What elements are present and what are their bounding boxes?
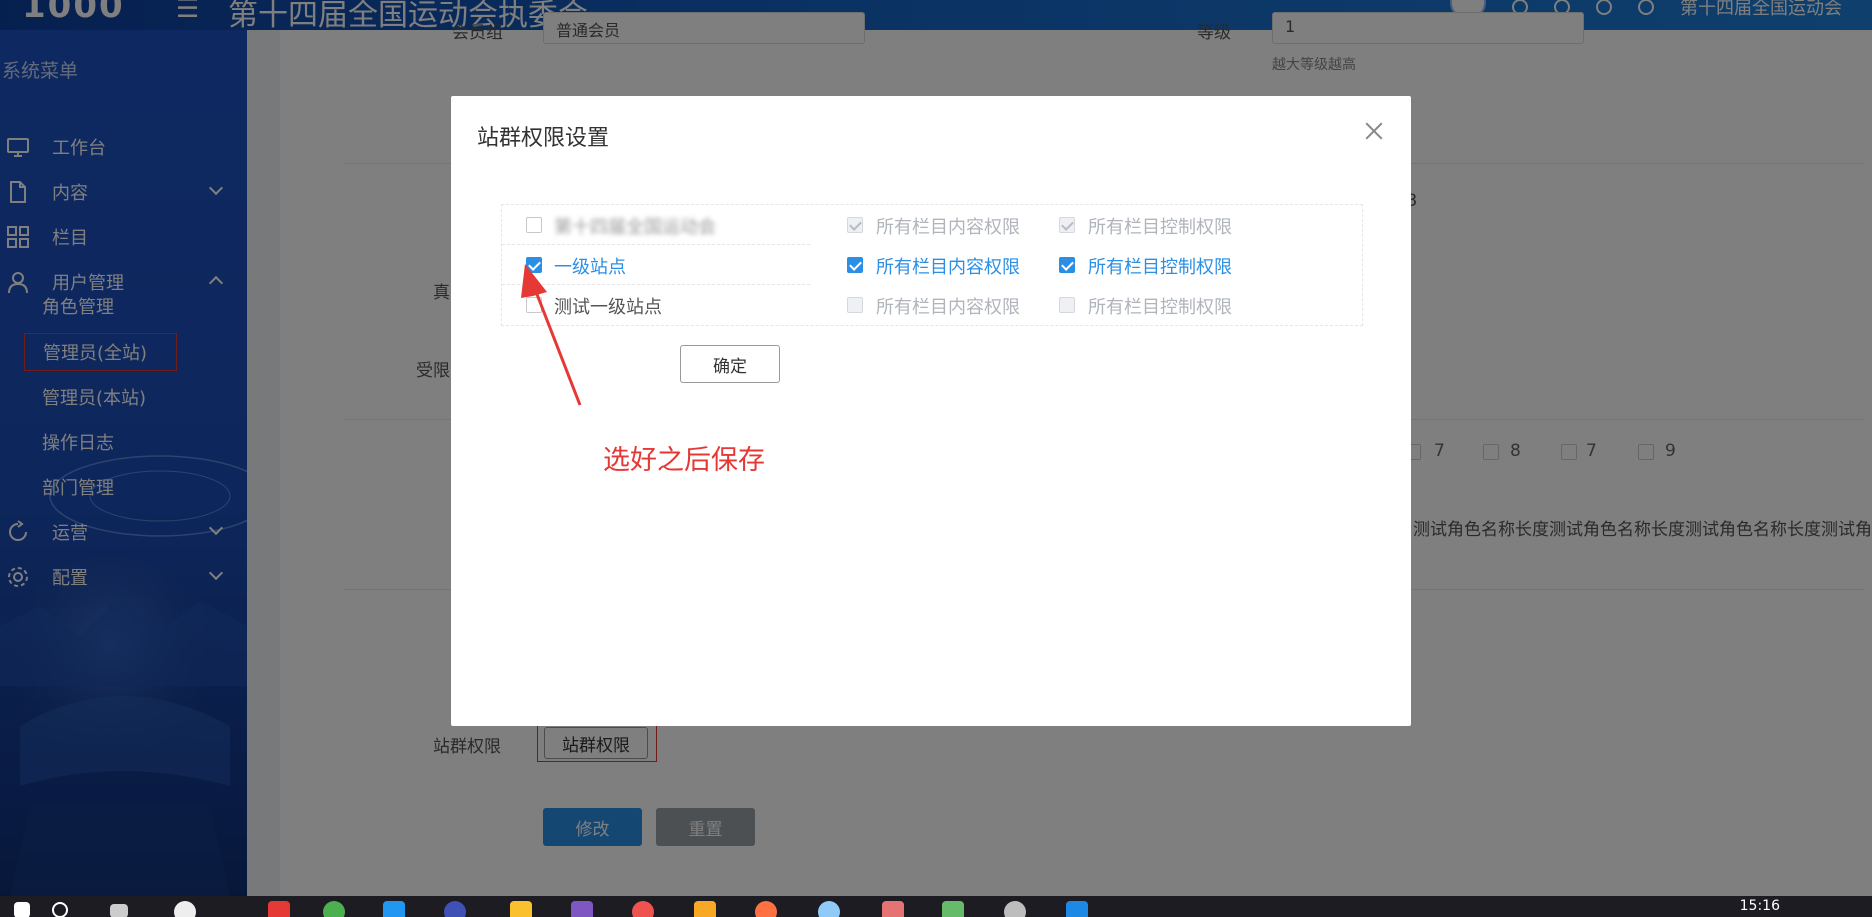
app-icon[interactable] xyxy=(1066,901,1088,917)
os-taskbar: 15:16 xyxy=(0,896,1872,917)
windows-start-icon[interactable] xyxy=(14,902,30,917)
search-icon[interactable] xyxy=(52,902,68,917)
app-icon[interactable] xyxy=(882,901,904,917)
app-icon[interactable] xyxy=(323,901,345,917)
app-icon[interactable] xyxy=(818,901,840,917)
app-icon[interactable] xyxy=(444,901,466,917)
app-icon[interactable] xyxy=(268,901,290,917)
browser-icon[interactable] xyxy=(632,901,654,917)
app-icon[interactable] xyxy=(1004,901,1026,917)
app-icon[interactable] xyxy=(942,901,964,917)
app-icon[interactable] xyxy=(383,901,405,917)
app-icon[interactable] xyxy=(755,901,777,917)
annotation-arrow-icon xyxy=(521,264,582,406)
app-icon[interactable] xyxy=(571,901,593,917)
folder-icon[interactable] xyxy=(694,901,716,917)
annotation-text: 选好之后保存 xyxy=(603,445,765,476)
task-view-icon[interactable] xyxy=(110,904,128,917)
clock-time[interactable]: 15:16 xyxy=(1740,898,1780,914)
app-icon[interactable] xyxy=(174,901,196,917)
app-icon[interactable] xyxy=(510,901,532,917)
site-group-permission-dialog: 站群权限设置 第十四届全国运动会 所有栏目内容权限 所有栏目控制权限 一级站点 … xyxy=(451,96,1411,726)
